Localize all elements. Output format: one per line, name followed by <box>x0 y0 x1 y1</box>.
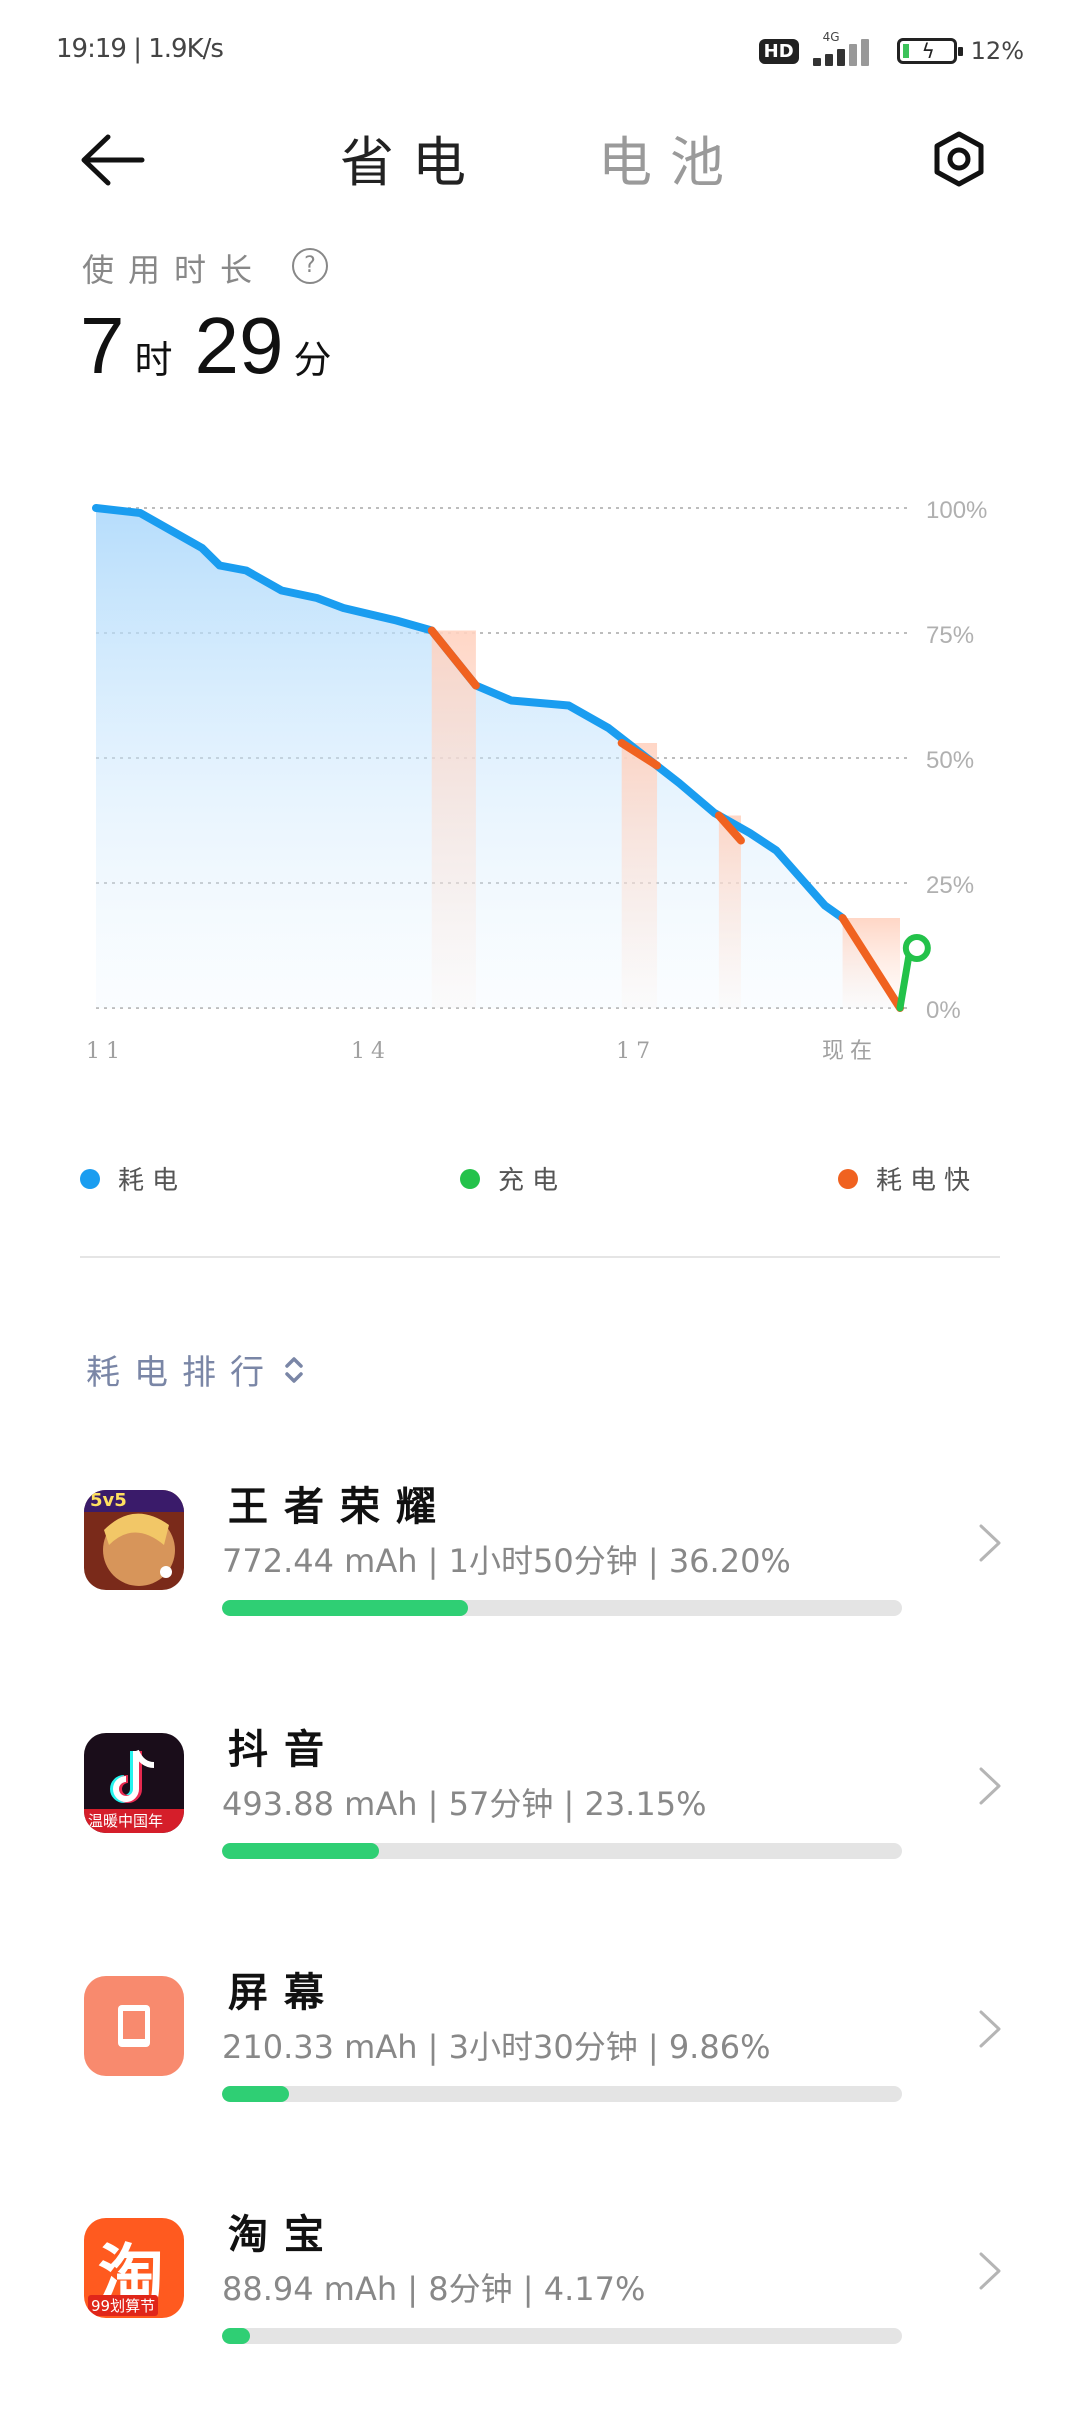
charge-endpoint <box>902 934 931 962</box>
status-bar: 19:19 | 1.9K/s HD 4G ϟ 12% <box>0 0 1080 100</box>
legend-dot-drain <box>80 1168 100 1189</box>
usage-hours: 7 <box>80 301 125 390</box>
app-usage-bar-fill <box>222 2086 290 2102</box>
app-stats: 210.33 mAh | 3小时30分钟 | 9.86% <box>222 2028 771 2066</box>
app-row-screen[interactable]: 屏幕 210.33 mAh | 3小时30分钟 | 9.86% <box>0 1969 1080 2176</box>
chevron-right-icon <box>979 1524 1001 1562</box>
x-tick-label: 现在 <box>822 1039 878 1064</box>
chart-legend: 耗电 充电 耗电快 <box>0 1160 1080 1200</box>
app-usage-bar <box>222 2086 902 2102</box>
legend-dot-charge <box>460 1168 480 1189</box>
legend-label-drain: 耗电 <box>118 1166 187 1196</box>
app-row-honor-of-kings[interactable]: 5v5 王者荣耀 772.44 mAh | 1小时50分钟 | 36.20% <box>0 1483 1080 1690</box>
hd-icon: HD <box>758 38 799 64</box>
arrow-left-icon <box>81 134 145 186</box>
back-button[interactable] <box>72 125 152 195</box>
app-usage-bar <box>222 2328 902 2344</box>
section-divider <box>80 1256 1000 1258</box>
app-usage-bar-fill <box>222 2328 251 2344</box>
signal-icon: 4G <box>812 30 883 68</box>
app-name: 抖音 <box>228 1726 340 1773</box>
settings-button[interactable] <box>915 125 995 195</box>
app-row-taobao[interactable]: 淘 99划算节 淘宝 88.94 mAh | 8分钟 | 4.17% <box>0 2211 1080 2418</box>
y-tick-label: 25% <box>926 872 974 899</box>
honor-of-kings-badge: 5v5 <box>90 1490 127 1511</box>
legend-item-drain: 耗电 <box>80 1160 186 1197</box>
app-row-douyin[interactable]: 温暖中国年 抖音 493.88 mAh | 57分钟 | 23.15% <box>0 1726 1080 1933</box>
app-stats: 772.44 mAh | 1小时50分钟 | 36.20% <box>222 1542 791 1580</box>
chevron-right-icon <box>979 1767 1001 1805</box>
battery-level-chart: 100% 75% 50% 25% 0% 11 14 17 现在 <box>86 497 987 1064</box>
network-type: 4G <box>822 30 840 44</box>
usage-minutes-unit: 分 <box>293 338 332 382</box>
fast-drain-band <box>621 743 658 1008</box>
status-time-speed: 19:19 | 1.9K/s <box>56 34 224 64</box>
chevron-right-icon <box>979 2252 1001 2290</box>
usage-time-label: 使用时长 <box>82 251 267 289</box>
app-usage-bar-fill <box>222 1600 469 1616</box>
app-name: 王者荣耀 <box>228 1483 452 1530</box>
fast-drain-band <box>431 630 476 1008</box>
y-tick-label: 100% <box>926 497 987 524</box>
drain-area <box>96 508 900 1008</box>
sort-updown-icon <box>285 1356 303 1383</box>
x-tick-label: 11 <box>86 1039 126 1064</box>
honor-of-kings-icon: 5v5 <box>84 1490 184 1590</box>
usage-time-value: 7 时 29 分 <box>80 300 344 392</box>
tab-battery[interactable]: 电池 <box>598 118 742 197</box>
app-name: 屏幕 <box>228 1969 340 2016</box>
app-usage-bar <box>222 1600 902 1616</box>
taobao-icon: 淘 99划算节 <box>84 2218 184 2318</box>
y-tick-label: 50% <box>926 747 974 774</box>
usage-minutes: 29 <box>194 301 284 390</box>
douyin-badge: 温暖中国年 <box>88 1812 164 1830</box>
ranking-title: 耗电排行 <box>86 1353 278 1393</box>
taobao-badge: 99划算节 <box>88 2295 159 2316</box>
question-circle-icon[interactable]: ? <box>292 248 328 284</box>
legend-label-fast-drain: 耗电快 <box>876 1166 979 1196</box>
legend-item-fast-drain: 耗电快 <box>838 1160 978 1197</box>
app-usage-bar <box>222 1843 902 1859</box>
settings-hexagon-icon <box>934 131 984 187</box>
screen-icon <box>84 1976 184 2076</box>
battery-icon: ϟ <box>896 38 963 64</box>
y-tick-label: 0% <box>926 997 961 1024</box>
usage-hours-unit: 时 <box>134 338 173 382</box>
legend-dot-fast-drain <box>838 1168 858 1189</box>
tab-power-saving[interactable]: 省电 <box>340 118 484 197</box>
legend-label-charge: 充电 <box>498 1166 567 1196</box>
x-tick-label: 17 <box>616 1039 656 1064</box>
status-icons: HD 4G ϟ 12% <box>758 30 1024 68</box>
douyin-icon: 温暖中国年 <box>84 1733 184 1833</box>
app-stats: 493.88 mAh | 57分钟 | 23.15% <box>222 1785 707 1823</box>
app-name: 淘宝 <box>228 2211 340 2258</box>
chevron-right-icon <box>979 2010 1001 2048</box>
legend-item-charge: 充电 <box>460 1160 566 1197</box>
app-stats: 88.94 mAh | 8分钟 | 4.17% <box>222 2270 646 2308</box>
ranking-sort-toggle[interactable]: 耗电排行 <box>86 1345 306 1394</box>
x-tick-label: 14 <box>351 1039 391 1064</box>
y-tick-label: 75% <box>926 622 974 649</box>
charging-bolt-icon: ϟ <box>921 39 935 63</box>
app-usage-bar-fill <box>222 1843 380 1859</box>
fast-drain-band <box>718 815 741 1008</box>
battery-fill <box>902 44 909 58</box>
charge-line <box>896 952 913 1012</box>
battery-percent: 12% <box>970 37 1024 65</box>
